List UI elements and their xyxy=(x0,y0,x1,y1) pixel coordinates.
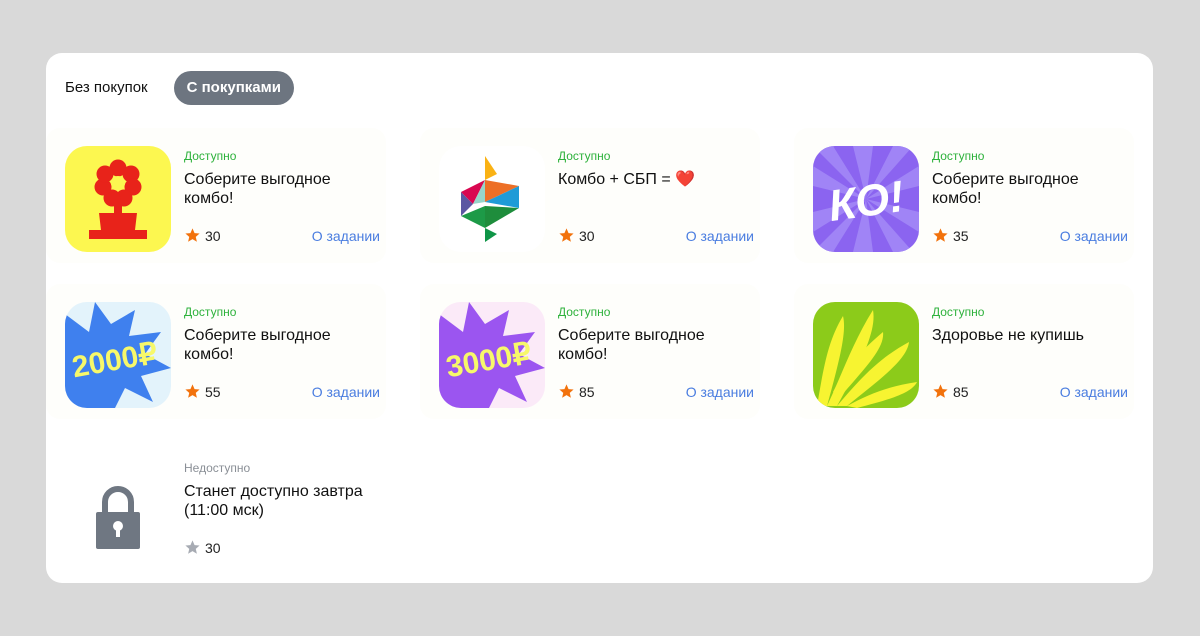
status-label: Доступно xyxy=(558,305,611,319)
points-value: 35 xyxy=(953,227,969,244)
sbp-logo-icon xyxy=(439,146,545,252)
flower-icon xyxy=(65,146,171,252)
task-title: Станет доступно завтра (11:00 мск) xyxy=(184,483,363,519)
3000-rubles-icon: 3000₽ xyxy=(439,302,545,408)
star-icon xyxy=(185,228,200,242)
star-icon xyxy=(933,228,948,242)
about-task-link[interactable]: О задании xyxy=(312,384,380,400)
task-card[interactable]: Доступно Здоровье не купишь 85 О задании xyxy=(794,284,1134,419)
points: 35 xyxy=(932,227,969,244)
points: 85 xyxy=(558,383,595,400)
task-card[interactable]: Доступно Комбо + СБП = ❤️ 30 О задании xyxy=(420,128,760,263)
points-value: 30 xyxy=(205,227,221,244)
points-value: 85 xyxy=(953,383,969,400)
points: 30 xyxy=(184,227,221,244)
points-value: 55 xyxy=(205,383,221,400)
star-icon xyxy=(559,384,574,398)
points-value: 30 xyxy=(205,539,221,556)
task-title: Соберите выгодное комбо! xyxy=(558,327,705,363)
task-card-locked: Недоступно Станет доступно завтра (11:00… xyxy=(46,440,386,575)
points: 30 xyxy=(184,539,221,556)
status-label: Доступно xyxy=(558,149,611,163)
status-label: Доступно xyxy=(184,305,237,319)
points-value: 85 xyxy=(579,383,595,400)
star-icon xyxy=(933,384,948,398)
lock-icon xyxy=(65,458,171,564)
status-label: Доступно xyxy=(932,305,985,319)
about-task-link[interactable]: О задании xyxy=(312,228,380,244)
status-label: Недоступно xyxy=(184,461,251,475)
tab-without-purchases[interactable]: Без покупок xyxy=(65,71,174,105)
task-card[interactable]: Доступно Соберите выгодное комбо! 30 О з… xyxy=(46,128,386,263)
status-label: Доступно xyxy=(932,149,985,163)
task-card[interactable]: 2000₽ Доступно Соберите выгодное комбо! … xyxy=(46,284,386,419)
tab-with-purchases[interactable]: С покупками xyxy=(173,71,294,105)
points: 85 xyxy=(932,383,969,400)
task-card[interactable]: КО! Доступно Соберите выгодное комбо! 35… xyxy=(794,128,1134,263)
star-icon xyxy=(559,228,574,242)
ko-logo-text: КО! xyxy=(826,172,907,231)
task-title: Здоровье не купишь xyxy=(932,327,1085,344)
points-value: 30 xyxy=(579,227,595,244)
ko-logo-icon: КО! xyxy=(813,146,919,252)
tabs: Без покупок С покупками xyxy=(65,71,294,105)
task-card[interactable]: 3000₽ Доступно Соберите выгодное комбо! … xyxy=(420,284,760,419)
star-icon xyxy=(185,384,200,398)
about-task-link[interactable]: О задании xyxy=(1060,228,1128,244)
points: 30 xyxy=(558,227,595,244)
points: 55 xyxy=(184,383,221,400)
task-title: Комбо + СБП = ❤️ xyxy=(558,171,696,188)
star-icon xyxy=(185,540,200,554)
task-title: Соберите выгодное комбо! xyxy=(932,171,1079,207)
2000-rubles-icon: 2000₽ xyxy=(65,302,171,408)
about-task-link[interactable]: О задании xyxy=(686,384,754,400)
tasks-panel: Без покупок С покупками Доступно Соберит… xyxy=(46,53,1153,583)
task-title: Соберите выгодное комбо! xyxy=(184,171,331,207)
status-label: Доступно xyxy=(184,149,237,163)
yellow-leaves-icon xyxy=(813,302,919,408)
task-title: Соберите выгодное комбо! xyxy=(184,327,331,363)
about-task-link[interactable]: О задании xyxy=(686,228,754,244)
about-task-link[interactable]: О задании xyxy=(1060,384,1128,400)
